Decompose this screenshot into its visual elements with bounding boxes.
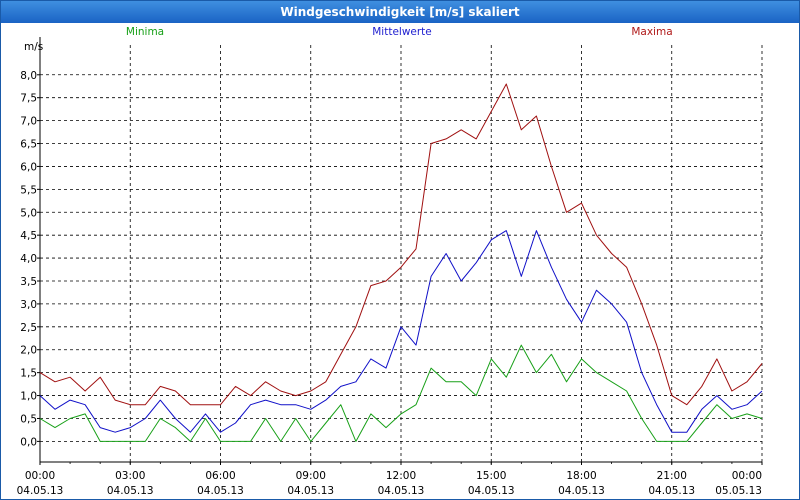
y-tick-label: 1,5 <box>20 368 37 380</box>
x-tick-time-label: 15:00 <box>476 470 506 482</box>
y-tick-label: 8,0 <box>20 70 37 82</box>
legend-mittelwerte: Mittelwerte <box>372 26 432 38</box>
x-tick-time-label: 00:00 <box>25 470 55 482</box>
x-tick-time-label: 09:00 <box>296 470 326 482</box>
x-tick-date-label: 04.05.13 <box>558 485 605 497</box>
y-tick-label: 5,0 <box>20 207 37 219</box>
x-tick-time-label: 18:00 <box>566 470 596 482</box>
x-tick-date-label: 04.05.13 <box>17 485 64 497</box>
x-tick-date-label: 04.05.13 <box>378 485 425 497</box>
y-tick-label: 0,5 <box>20 413 37 425</box>
y-tick-label: 7,5 <box>20 93 37 105</box>
x-tick-time-label: 21:00 <box>657 470 687 482</box>
x-tick-date-label: 04.05.13 <box>107 485 154 497</box>
x-tick-date-label: 04.05.13 <box>648 485 695 497</box>
y-tick-label: 5,5 <box>20 184 37 196</box>
x-tick-labels: 00:00 04.05.13 03:00 04.05.13 06:00 04.05.13 0… <box>17 470 762 497</box>
x-tick-time-label: 03:00 <box>115 470 145 482</box>
y-tick-label: 6,5 <box>20 139 37 151</box>
x-tick-date-label: 04.05.13 <box>287 485 334 497</box>
x-tick-date-label: 04.05.13 <box>468 485 515 497</box>
y-tick-label: 4,0 <box>20 253 37 265</box>
y-tick-label: 2,5 <box>20 322 37 334</box>
x-tick-date-label: 04.05.13 <box>197 485 244 497</box>
x-tick-time-label: 12:00 <box>386 470 416 482</box>
x-tick-time-label: 00:00 <box>732 470 762 482</box>
y-tick-label: 2,0 <box>20 345 37 357</box>
y-tick-label: 3,5 <box>20 276 37 288</box>
x-tick-time-label: 06:00 <box>205 470 235 482</box>
legend-minima: Minima <box>126 26 164 38</box>
x-tick-date-label: 05.05.13 <box>715 485 762 497</box>
y-tick-label: 3,0 <box>20 299 37 311</box>
y-tick-label: 0,0 <box>20 436 37 448</box>
y-tick-labels: 0,0 0,5 1,0 1,5 2,0 2,5 3,0 3,5 4,0 4,5 5,0 5,5 6,0 6… <box>20 70 37 449</box>
wind-speed-chart: 0,0 0,5 1,0 1,5 2,0 2,5 3,0 3,5 4,0 4,5 5,0 5,5 6,0 6… <box>17 26 763 497</box>
axes <box>37 37 763 465</box>
y-axis-unit-label: m/s <box>24 41 43 53</box>
y-tick-label: 4,5 <box>20 230 37 242</box>
y-tick-label: 1,0 <box>20 391 37 403</box>
legend-maxima: Maxima <box>631 26 672 38</box>
y-tick-label: 6,0 <box>20 161 37 173</box>
y-tick-label: 7,0 <box>20 116 37 128</box>
